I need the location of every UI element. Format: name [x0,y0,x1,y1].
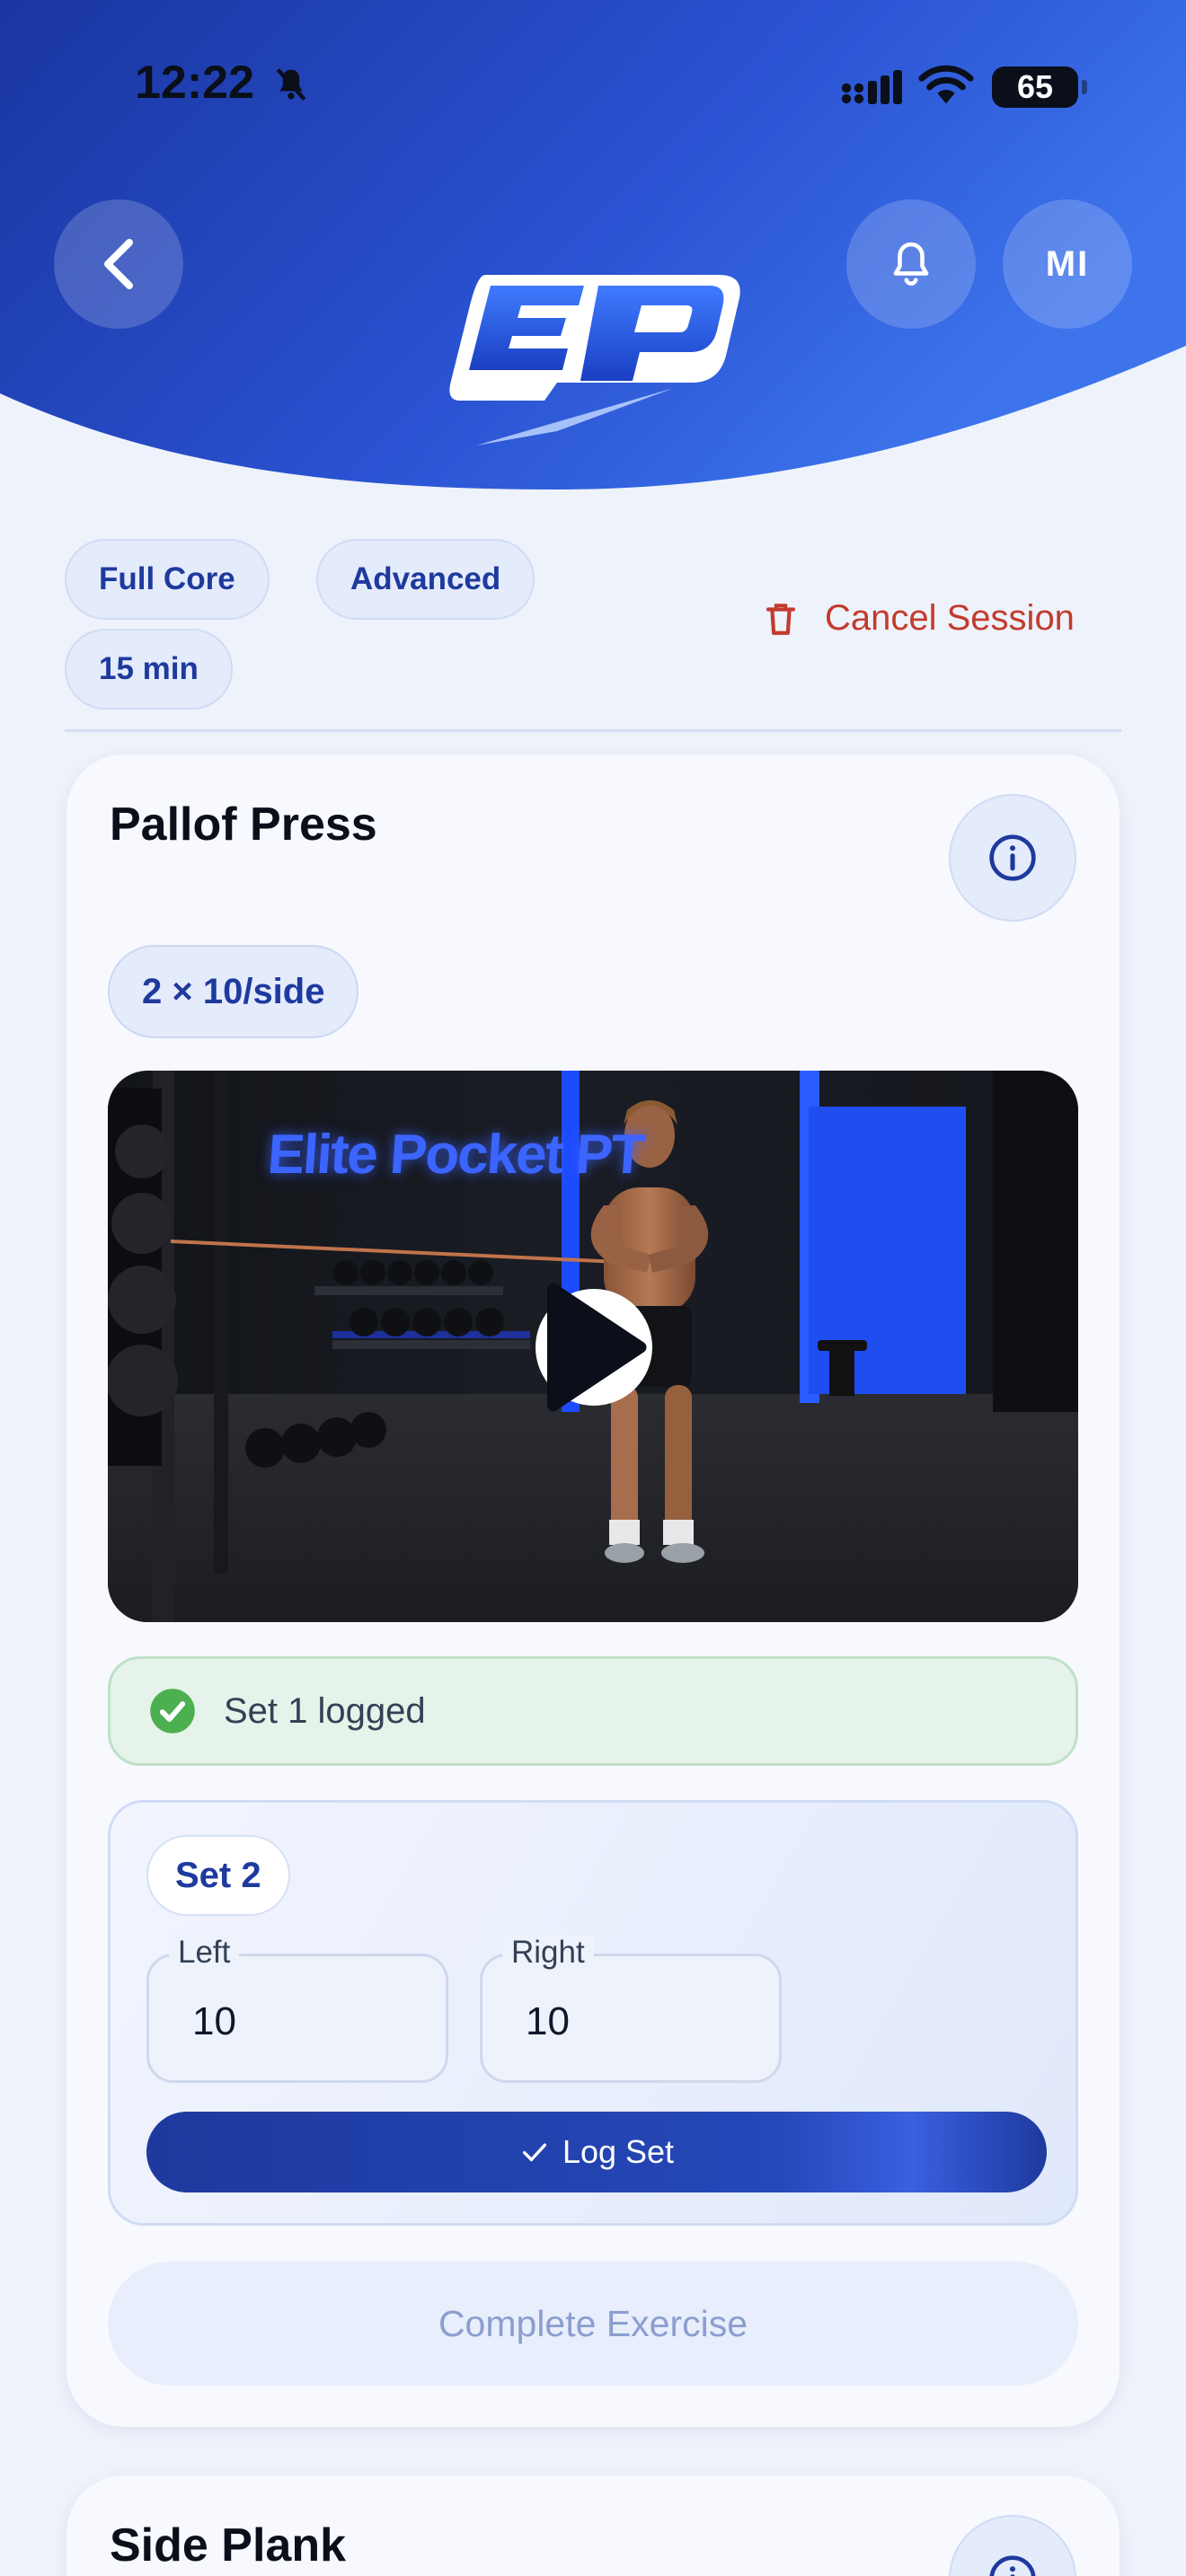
set-logged-text: Set 1 logged [224,1690,426,1731]
divider [65,729,1121,732]
tag-muscle-group: Full Core [65,539,270,620]
set-logged-banner: Set 1 logged [108,1656,1078,1766]
check-icon [522,2143,546,2162]
left-reps-value[interactable]: 10 [192,1999,236,2044]
exercise-title: Pallof Press [110,798,377,851]
info-icon [989,2555,1036,2576]
right-reps-label: Right [502,1935,594,1971]
exercise-prescription: 2 × 10/side [108,945,359,1038]
set-input-panel: Set 2 Left 10 Right 10 Log Set [108,1800,1078,2226]
log-set-label: Log Set [562,2133,675,2170]
info-icon [989,834,1036,881]
complete-exercise-button[interactable]: Complete Exercise [108,2262,1078,2386]
cancel-session-button[interactable]: Cancel Session [762,598,1075,639]
chevron-left-icon [104,239,133,289]
check-circle-icon [150,1689,195,1734]
left-reps-label: Left [169,1935,240,1971]
cancel-session-label: Cancel Session [825,598,1075,638]
log-set-button[interactable]: Log Set [146,2112,1047,2192]
battery-indicator: 65 [992,66,1087,108]
avatar-initials: MI [1045,243,1090,284]
status-time: 12:22 [135,57,254,109]
set-number-badge: Set 2 [146,1835,290,1916]
notifications-button[interactable] [846,199,976,329]
right-reps-value[interactable]: 10 [526,1999,570,2044]
status-bar: 12:22 65 [0,0,1186,171]
tag-duration: 15 min [65,629,233,710]
app-logo [449,275,740,446]
wifi-icon [918,65,974,104]
tag-level: Advanced [316,539,535,620]
back-button[interactable] [54,199,183,329]
profile-avatar[interactable]: MI [1003,199,1132,329]
bell-slash-icon [276,68,306,101]
exercise-video[interactable]: Elite Pocket PT [108,1071,1078,1622]
exercise-info-button[interactable] [949,794,1076,922]
play-icon [547,1283,647,1412]
trash-icon [766,603,796,635]
signal-icon [841,70,902,104]
bell-icon [893,242,929,286]
right-reps-field[interactable]: Right 10 [480,1935,782,2083]
play-button[interactable] [535,1283,652,1412]
left-reps-field[interactable]: Left 10 [146,1935,448,2083]
next-exercise-title: Side Plank [110,2519,346,2572]
